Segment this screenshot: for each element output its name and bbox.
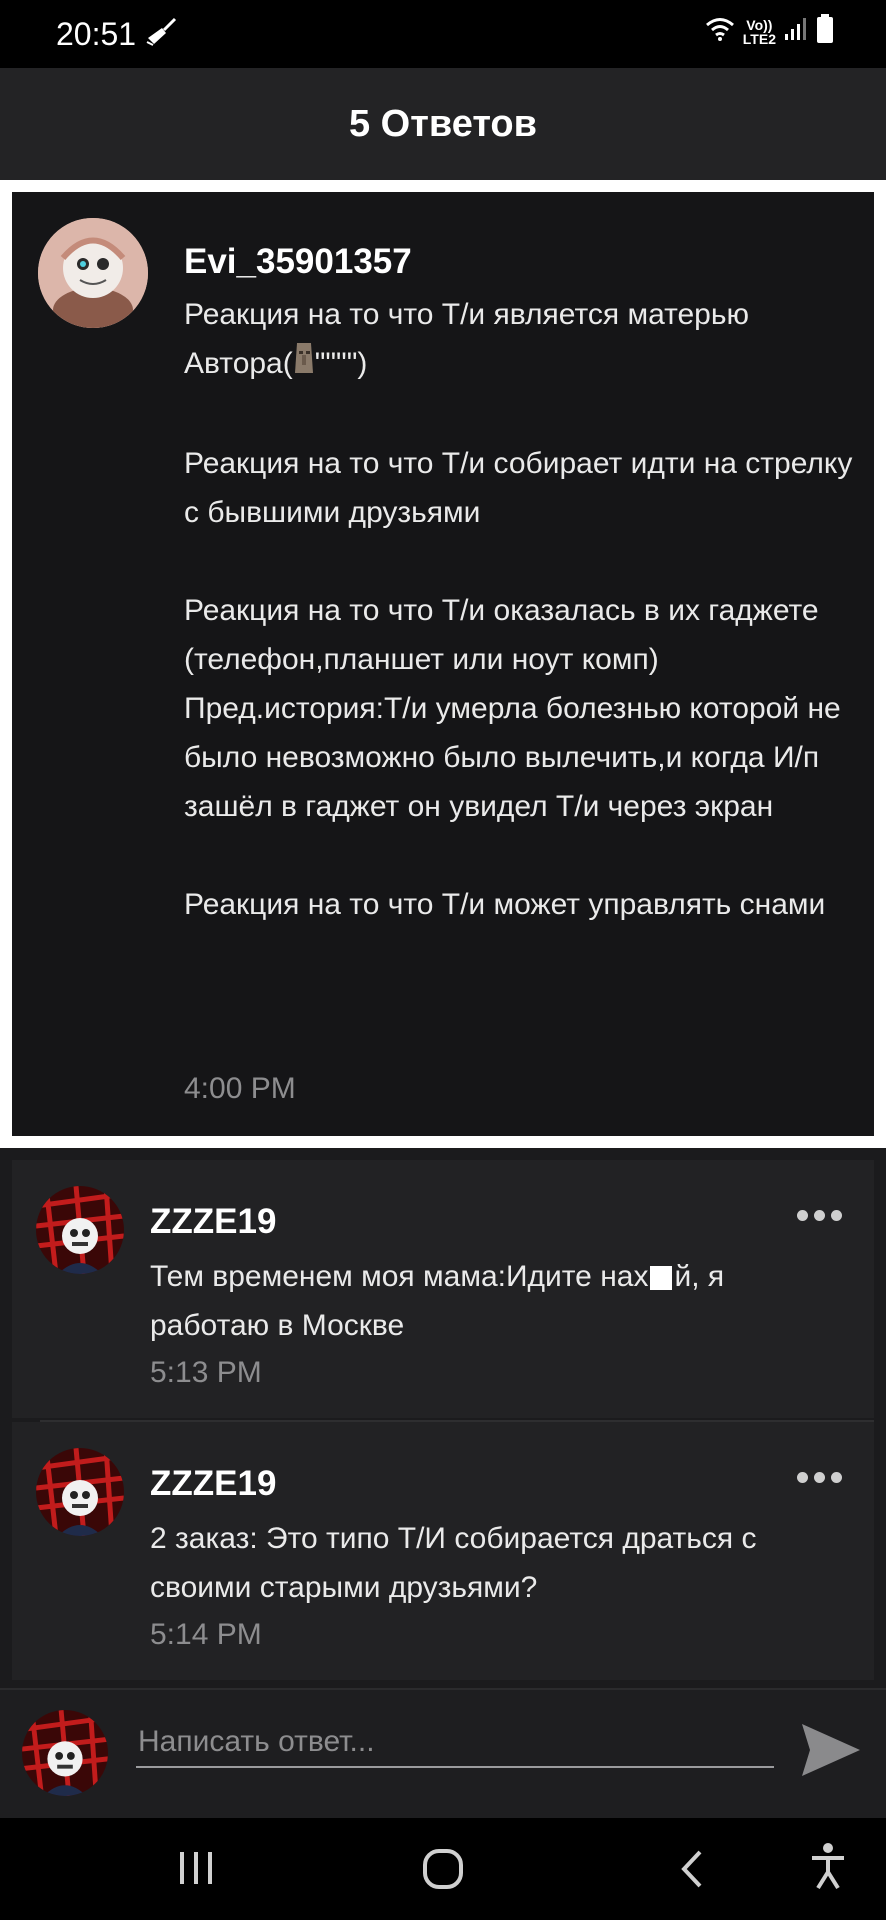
avatar[interactable]: [36, 1448, 124, 1536]
avatar[interactable]: [38, 218, 148, 328]
reply-text: 2 заказ: Это типо Т/И собирается драться…: [150, 1522, 757, 1604]
reply-text: Тем временем моя мама:Идите нах й, я рабо…: [150, 1260, 725, 1342]
page-title: 5 Ответов: [348, 102, 538, 145]
home-icon[interactable]: [422, 1848, 464, 1895]
more-options-icon[interactable]: [797, 1210, 842, 1221]
network-label: Vo)) LTE2: [742, 16, 776, 47]
main-post-frame: Evi_35901357 Реакция на то что Т/и являе…: [0, 180, 886, 1148]
reply-author[interactable]: ZZZE19: [150, 1464, 276, 1504]
signal-icon: [784, 16, 808, 47]
reply-input[interactable]: [136, 1718, 774, 1768]
reply-composer: [0, 1688, 886, 1818]
more-options-icon[interactable]: [797, 1472, 842, 1483]
screen-header: 5 Ответов: [0, 68, 886, 180]
censor-block-icon: [650, 1266, 673, 1291]
reply-item: ZZZE19 2 заказ: Это типо Т/И собирается …: [12, 1422, 874, 1680]
system-nav-bar: [0, 1818, 886, 1920]
back-icon[interactable]: [676, 1848, 708, 1895]
avatar[interactable]: [36, 1186, 124, 1274]
wifi-icon: [705, 16, 735, 47]
battery-icon: [816, 14, 834, 49]
reply-author[interactable]: ZZZE19: [150, 1202, 276, 1242]
cleaner-icon: [144, 16, 178, 51]
accessibility-icon[interactable]: [808, 1842, 848, 1895]
recents-icon[interactable]: [176, 1848, 216, 1893]
reply-item: ZZZE19 Тем временем моя мама:Идите нах й,…: [12, 1160, 874, 1418]
send-icon[interactable]: [800, 1720, 862, 1785]
post-timestamp: 4:00 PM: [184, 1072, 296, 1105]
reply-timestamp: 5:14 PM: [150, 1618, 262, 1651]
post-text: Реакция на то что Т/и является матерью А…: [184, 298, 853, 921]
post-author[interactable]: Evi_35901357: [184, 242, 412, 282]
reply-timestamp: 5:13 PM: [150, 1356, 262, 1389]
status-icons: Vo)) LTE2: [705, 14, 834, 49]
status-time: 20:51: [56, 16, 137, 52]
avatar: [22, 1710, 108, 1796]
main-post: Evi_35901357 Реакция на то что Т/и являе…: [12, 192, 874, 1136]
status-bar: 20:51 Vo)) LTE2: [0, 0, 886, 68]
moai-icon: [293, 341, 315, 390]
